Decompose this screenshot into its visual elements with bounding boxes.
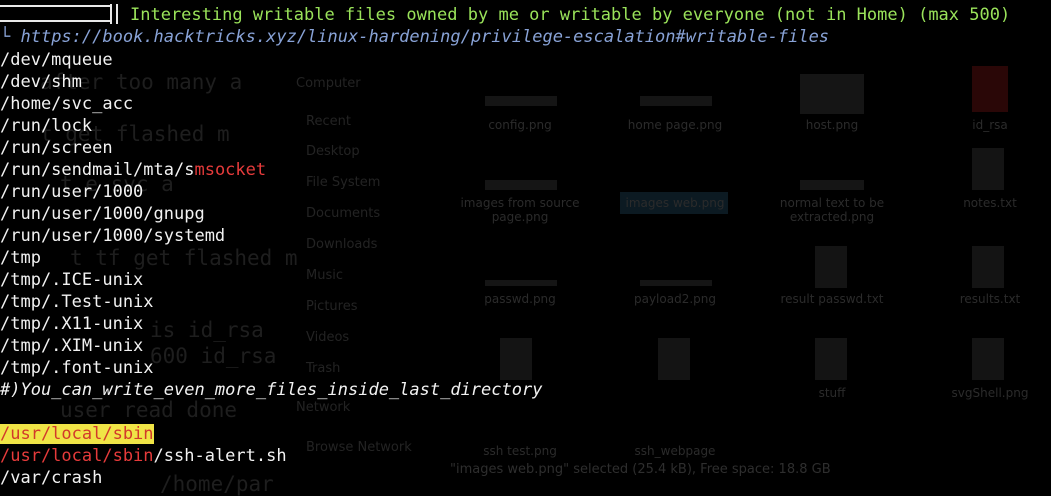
ghost-file-icon (972, 338, 1004, 380)
ghost-file-label: normal text to be extracted.png (779, 196, 885, 224)
ghost-sidebar-item: Videos (306, 330, 350, 345)
path-line: /dev/shm (0, 72, 82, 92)
ghost-sidebar-item: Desktop (306, 144, 360, 159)
ghost-sidebar-item: Pictures (306, 299, 358, 314)
ghost-file-label: images web.png (625, 196, 725, 210)
path-line: /tmp/.font-unix (0, 358, 154, 378)
ghost-thumbnail (800, 180, 864, 190)
ghost-file-label: svgShell.png (951, 386, 1029, 400)
ghost-file-label: ssh_webpage (634, 444, 716, 458)
ghost-file-label: home page.png (627, 118, 723, 132)
ghost-status-bar: "images web.png" selected (25.4 kB), Fre… (450, 462, 831, 477)
ghost-text: is id_rsa (150, 318, 264, 342)
ghost-sidebar-item: Trash (306, 361, 341, 376)
highlighted-socket: msocket (194, 160, 267, 180)
header-rule (116, 4, 118, 24)
reference-url[interactable]: └ https://book.hacktricks.xyz/linux-hard… (0, 27, 829, 47)
path-line: /home/svc_acc (0, 94, 134, 114)
script-dir: /usr/local/sbin (0, 446, 154, 466)
ghost-file-icon (500, 338, 532, 380)
header-rule (110, 4, 112, 24)
ghost-file-label: images from source page.png (460, 196, 580, 224)
ghost-text: t tf get flashed m (70, 246, 298, 270)
path-line: /run/lock (0, 116, 93, 136)
ghost-file-label: notes.txt (963, 196, 1017, 210)
ghost-sidebar-item: Documents (306, 206, 381, 221)
path-line: /tmp/.ICE-unix (0, 270, 144, 290)
ghost-file-label: results.txt (959, 292, 1021, 306)
path-line: /run/sendmail/mta/smsocket (0, 160, 267, 180)
path-line: /run/user/1000/gnupg (0, 204, 205, 224)
highlighted-path: /usr/local/sbin (0, 424, 154, 444)
path-line: /run/user/1000 (0, 182, 144, 202)
ghost-sidebar-item: Recent (306, 114, 351, 129)
ghost-sidebar-heading: Computer (296, 76, 361, 91)
ghost-file-icon (815, 246, 847, 288)
script-file: /ssh-alert.sh (153, 446, 287, 466)
ghost-file-label: result passwd.txt (780, 292, 884, 306)
highlighted-path-line: /usr/local/sbin (0, 423, 154, 445)
path-line: /dev/mqueue (0, 50, 113, 70)
ghost-file-label: id_rsa (972, 118, 1008, 132)
note-line: #)You_can_write_even_more_files_inside_l… (0, 380, 543, 400)
ghost-file-label: config.png (488, 118, 552, 132)
ghost-thumbnail (640, 96, 712, 106)
path-line: /tmp/.XIM-unix (0, 336, 144, 356)
ghost-text: 600 id_rsa (150, 344, 277, 368)
ghost-file-label: ssh test.png (483, 444, 557, 458)
script-path-line: /usr/local/sbin/ssh-alert.sh (0, 445, 287, 467)
section-header: Interesting writable files owned by me o… (0, 4, 1051, 28)
path-line: /tmp/.Test-unix (0, 292, 154, 312)
ghost-file-label: passwd.png (484, 292, 556, 306)
ghost-sidebar-item: Browse Network (306, 440, 412, 455)
ghost-file-icon (815, 338, 847, 380)
ghost-thumbnail (972, 66, 1008, 112)
ghost-thumbnail (485, 180, 557, 190)
ghost-sidebar-item: Downloads (306, 237, 378, 252)
ghost-sidebar-item: Music (306, 268, 343, 283)
ghost-sidebar-heading: Network (296, 400, 351, 415)
ghost-thumbnail (640, 280, 712, 286)
ghost-text: user read done (60, 398, 238, 422)
ghost-thumbnail (485, 96, 557, 106)
ghost-thumbnail (485, 280, 557, 286)
url-prefix-glyph: └ (0, 27, 11, 47)
ghost-thumbnail (800, 74, 864, 114)
ghost-file-label: host.png (805, 118, 859, 132)
header-rule (0, 20, 112, 22)
ghost-file-label: payload2.png (633, 292, 716, 306)
ghost-file-icon (972, 246, 1004, 288)
url-text[interactable]: https://book.hacktricks.xyz/linux-harden… (10, 27, 829, 47)
ghost-text: /home/par (160, 472, 274, 496)
ghost-file-icon (658, 338, 690, 380)
path-line: /var/crash (0, 468, 103, 488)
ghost-sidebar-item: File System (306, 175, 381, 190)
path-line: /tmp (0, 248, 41, 268)
ghost-file-icon (972, 148, 1004, 190)
path-line: /run/user/1000/systemd (0, 226, 226, 246)
path-line: /run/screen (0, 138, 113, 158)
path-line: /tmp/.X11-unix (0, 314, 144, 334)
section-title: Interesting writable files owned by me o… (130, 5, 1011, 25)
header-rule (0, 5, 112, 7)
ghost-file-label: stuff (818, 386, 846, 400)
